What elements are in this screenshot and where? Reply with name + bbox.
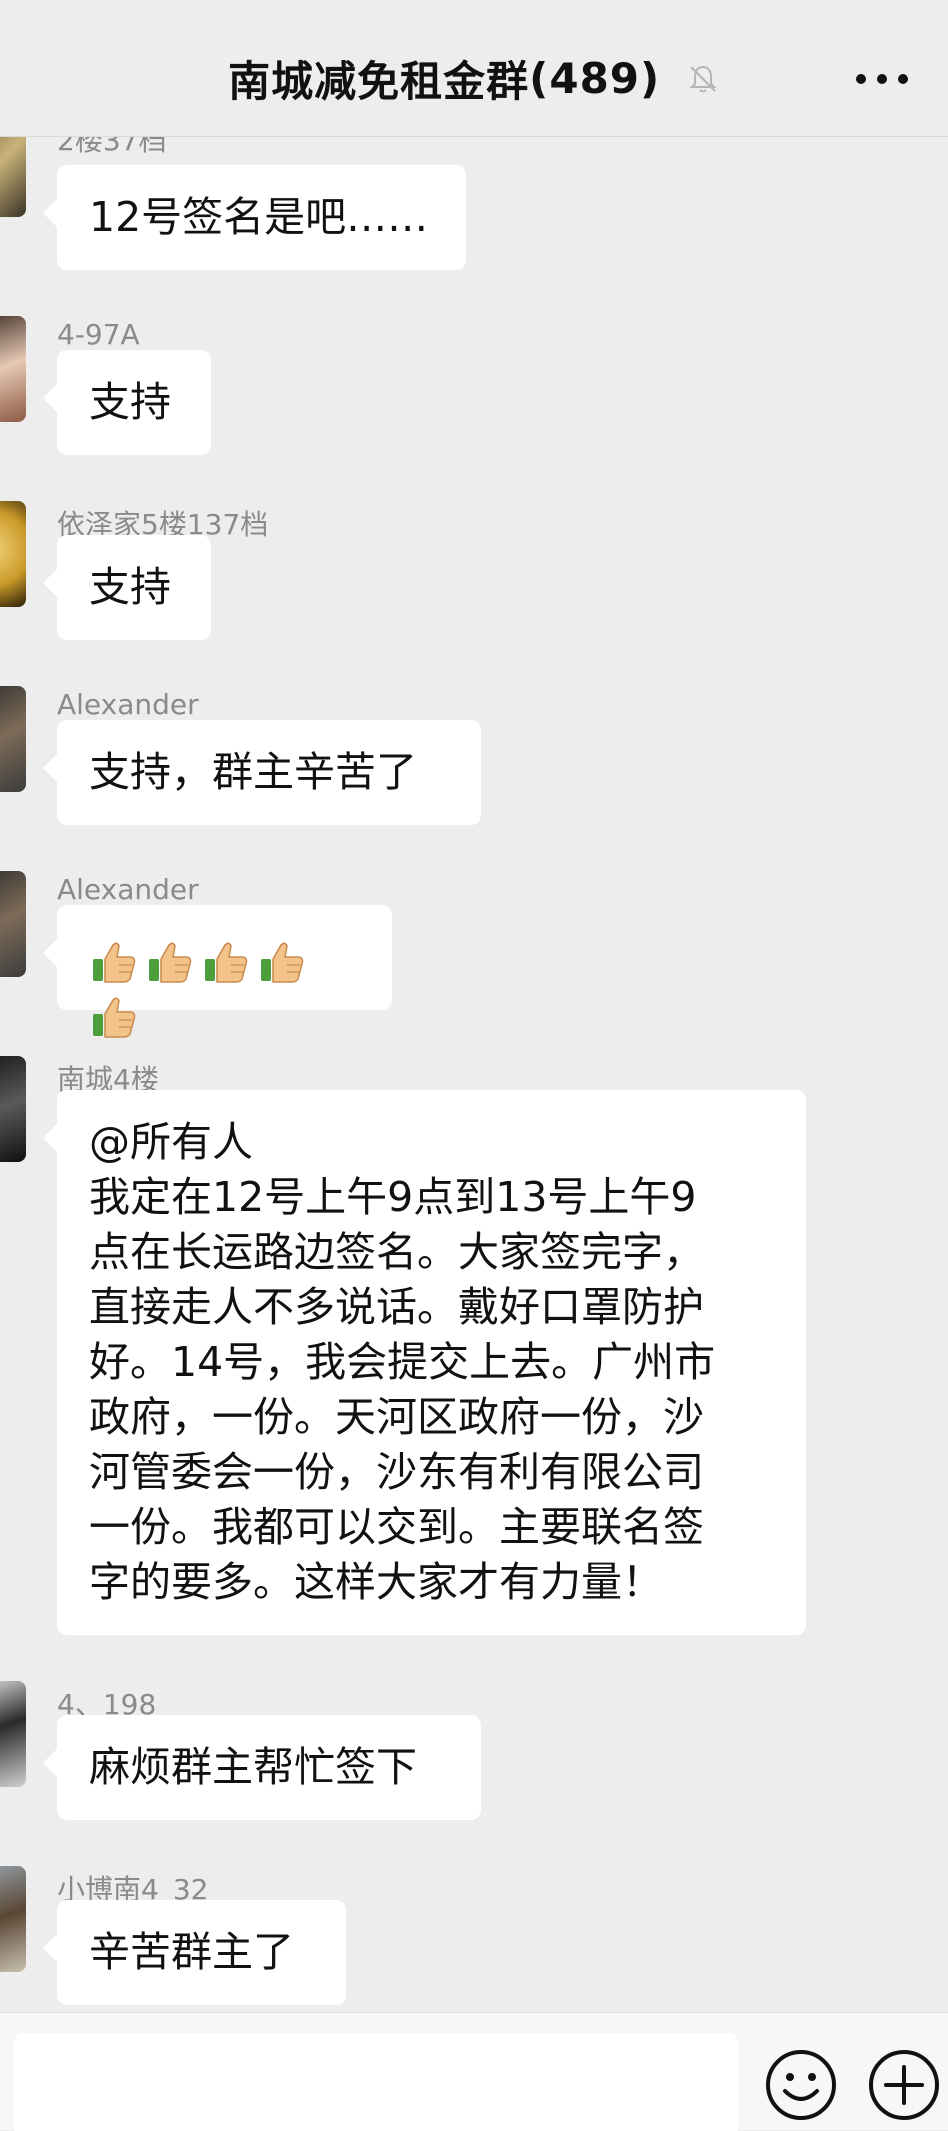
avatar[interactable] bbox=[0, 501, 26, 607]
bell-muted-icon bbox=[689, 65, 717, 92]
message-bubble[interactable]: 麻烦群主帮忙签下 bbox=[43, 1715, 481, 1820]
avatar[interactable] bbox=[0, 1681, 26, 1787]
sender-name: 4-97A bbox=[57, 318, 140, 351]
avatar[interactable] bbox=[0, 1866, 26, 1972]
message-text-line: 点在长运路边签名。大家签完字， bbox=[89, 1228, 704, 1276]
message-text: 辛苦群主了 bbox=[89, 1928, 294, 1976]
message-text-line: 政府，一份。天河区政府一份，沙 bbox=[89, 1393, 704, 1441]
thumbs-up-emoji-icon bbox=[93, 997, 136, 1038]
message-text-line: 直接走人不多说话。戴好口罩防护 bbox=[89, 1283, 704, 1331]
member-count: (489) bbox=[529, 54, 661, 103]
thumbs-up-emoji-icon bbox=[261, 942, 304, 983]
message-input[interactable] bbox=[14, 2033, 738, 2131]
message-text-line: 河管委会一份，沙东有利有限公司 bbox=[89, 1448, 704, 1496]
message-bubble[interactable]: 支持，群主辛苦了 bbox=[43, 720, 481, 825]
thumbs-up-emoji-icon bbox=[93, 942, 136, 983]
more-dots-icon[interactable] bbox=[856, 74, 908, 84]
message-list[interactable]: 2楼37档 12号签名是吧…… 4-97A 支持 依泽家5楼137档 支持 Al… bbox=[0, 137, 948, 2012]
message-text-line: 我定在12号上午9点到13号上午9 bbox=[89, 1173, 697, 1221]
message-text-line: 字的要多。这样大家才有力量！ bbox=[89, 1558, 663, 1606]
thumbs-up-emoji-icon bbox=[205, 942, 248, 983]
message-text: 12号签名是吧…… bbox=[89, 193, 429, 241]
chat-title[interactable]: 南城减免租金群(489) bbox=[0, 48, 948, 109]
message-bubble[interactable]: 支持 bbox=[43, 535, 211, 640]
message-text: 支持 bbox=[89, 378, 171, 426]
thumbs-up-emoji-icon bbox=[149, 942, 192, 983]
sender-name: 2楼37档 bbox=[57, 137, 167, 157]
message-bubble[interactable]: 支持 bbox=[43, 350, 211, 455]
sender-name: Alexander bbox=[57, 688, 199, 721]
message-text-line: 一份。我都可以交到。主要联名签 bbox=[89, 1503, 704, 1551]
message-text-line: 好。14号，我会提交上去。广州市 bbox=[89, 1338, 716, 1386]
avatar[interactable] bbox=[0, 871, 26, 977]
avatar[interactable] bbox=[0, 137, 26, 217]
message-bubble[interactable] bbox=[43, 905, 392, 1038]
sender-name: Alexander bbox=[57, 873, 199, 906]
plus-circle-icon[interactable] bbox=[866, 2047, 942, 2123]
message-bubble[interactable]: 12号签名是吧…… bbox=[43, 165, 466, 270]
message-text: 麻烦群主帮忙签下 bbox=[89, 1743, 417, 1791]
chat-header: 南城减免租金群(489) bbox=[0, 0, 948, 137]
avatar[interactable] bbox=[0, 686, 26, 792]
avatar[interactable] bbox=[0, 1056, 26, 1162]
message-text-line: @所有人 bbox=[89, 1118, 253, 1166]
group-name: 南城减免租金群 bbox=[228, 57, 530, 106]
message-text: 支持 bbox=[89, 563, 171, 611]
emoji-smile-icon[interactable] bbox=[763, 2047, 839, 2123]
message-bubble[interactable]: 辛苦群主了 bbox=[43, 1900, 346, 2005]
message-text: 支持，群主辛苦了 bbox=[89, 748, 417, 796]
avatar[interactable] bbox=[0, 316, 26, 422]
message-bubble[interactable]: @所有人 我定在12号上午9点到13号上午9 点在长运路边签名。大家签完字， 直… bbox=[43, 1090, 806, 1635]
input-toolbar bbox=[0, 2012, 948, 2131]
